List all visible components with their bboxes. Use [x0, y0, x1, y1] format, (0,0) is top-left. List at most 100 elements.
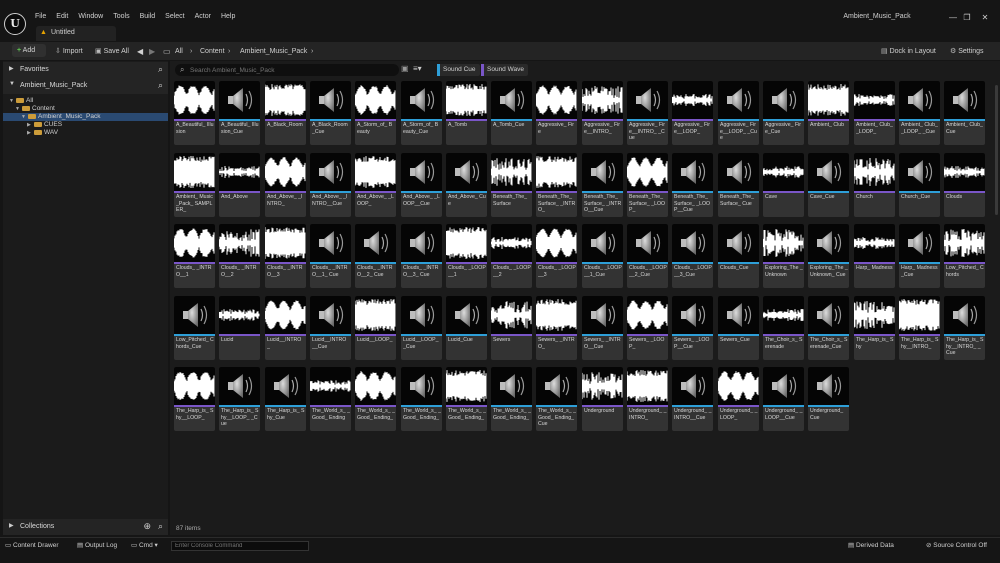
- sound-cue-tile[interactable]: Sewers_ _INTRO__Cue: [582, 296, 623, 360]
- output-log-button[interactable]: ▤ Output Log: [77, 541, 117, 551]
- sound-wave-tile[interactable]: Church: [854, 153, 895, 217]
- sound-wave-tile[interactable]: Clouds: [944, 153, 985, 217]
- sound-wave-tile[interactable]: And_Above: [219, 153, 260, 217]
- menu-tools[interactable]: Tools: [108, 11, 134, 23]
- sound-wave-tile[interactable]: The_Harp_is_ Shy__INTRO_: [899, 296, 940, 360]
- folder-icon[interactable]: ▭: [163, 45, 171, 58]
- sound-cue-tile[interactable]: Underground_ _INTRO__Cue: [672, 367, 713, 431]
- sound-wave-tile[interactable]: Harp_ Madness: [854, 224, 895, 288]
- derived-data-button[interactable]: ▤ Derived Data: [848, 541, 894, 551]
- sound-cue-tile[interactable]: The_Harp_is_ Shy__INTRO_ _Cue: [944, 296, 985, 360]
- sound-wave-tile[interactable]: Aggressive_ Fire: [536, 81, 577, 145]
- menu-file[interactable]: File: [30, 11, 51, 23]
- settings-button[interactable]: ⚙ Settings: [950, 45, 984, 58]
- filter-chip-sound-wave[interactable]: Sound Wave: [481, 64, 528, 76]
- sound-cue-tile[interactable]: Lucid__INTRO __Cue: [310, 296, 351, 360]
- sound-cue-tile[interactable]: And_Above_ _INTRO__Cue: [310, 153, 351, 217]
- menu-build[interactable]: Build: [135, 11, 161, 23]
- breadcrumb-ambient-music-pack[interactable]: Ambient_Music_Pack: [240, 45, 307, 58]
- chevron-down-icon[interactable]: ▼: [21, 113, 28, 121]
- sound-cue-tile[interactable]: A_Beautiful_ Illusion_Cue: [219, 81, 260, 145]
- sound-wave-tile[interactable]: Clouds_ _LOOP__3: [536, 224, 577, 288]
- tree-item-ambient-music-pack[interactable]: ▼ Ambient_Music_Pack: [3, 113, 168, 121]
- sound-wave-tile[interactable]: A_Beautiful_ Illusion: [174, 81, 215, 145]
- sound-wave-tile[interactable]: A_Tomb: [446, 81, 487, 145]
- sound-cue-tile[interactable]: The_World_s_ _Good_ Ending_: [401, 367, 442, 431]
- sound-cue-tile[interactable]: Cave_Cue: [808, 153, 849, 217]
- search-box[interactable]: ⌕: [175, 64, 399, 76]
- sound-wave-tile[interactable]: Cave: [763, 153, 804, 217]
- tree-item-wav[interactable]: ▶ WAV: [3, 129, 168, 137]
- sound-cue-tile[interactable]: Ambient_ Club__LOOP_ _Cue: [899, 81, 940, 145]
- tree-item-all[interactable]: ▼ All: [3, 97, 168, 105]
- sound-cue-tile[interactable]: And_Above_ Cue: [446, 153, 487, 217]
- sound-wave-tile[interactable]: And_Above_ _LOOP_: [355, 153, 396, 217]
- sound-cue-tile[interactable]: The_Choir_s_ Serenade_Cue: [808, 296, 849, 360]
- sound-wave-tile[interactable]: Beneath_The_ Surface_ _INTRO_: [536, 153, 577, 217]
- sound-wave-tile[interactable]: Ambient_ Club__LOOP_: [854, 81, 895, 145]
- sound-wave-tile[interactable]: And_Above_ _INTRO_: [265, 153, 306, 217]
- sound-cue-tile[interactable]: Low_Pitched_ Chords_Cue: [174, 296, 215, 360]
- sound-wave-tile[interactable]: Lucid: [219, 296, 260, 360]
- sound-wave-tile[interactable]: Beneath_The_ Surface_ _LOOP_: [627, 153, 668, 217]
- sound-cue-tile[interactable]: The_Harp_is_ Shy_Cue: [265, 367, 306, 431]
- filter-icon[interactable]: ≡▾: [413, 64, 422, 73]
- sound-wave-tile[interactable]: Sewers_ _INTRO_: [536, 296, 577, 360]
- sound-cue-tile[interactable]: Clouds_ _LOOP__1_Cue: [582, 224, 623, 288]
- sound-cue-tile[interactable]: Aggressive_ Fire__LOOP_ _Cue: [718, 81, 759, 145]
- content-drawer-button[interactable]: ▭ Content Drawer: [5, 541, 59, 551]
- dock-in-layout-button[interactable]: ▤ Dock in Layout: [881, 45, 936, 58]
- source-control-button[interactable]: ⊘ Source Control Off: [926, 541, 987, 551]
- close-button[interactable]: ✕: [977, 12, 993, 24]
- sound-cue-tile[interactable]: Harp_ Madness_Cue: [899, 224, 940, 288]
- sound-cue-tile[interactable]: The_Harp_is_ Shy__LOOP_ _Cue: [219, 367, 260, 431]
- sound-cue-tile[interactable]: Clouds_ _INTRO__1_ Cue: [310, 224, 351, 288]
- sound-cue-tile[interactable]: Underground_ _LOOP__Cue: [763, 367, 804, 431]
- add-collection-icon[interactable]: ⊕: [143, 521, 151, 532]
- sound-wave-tile[interactable]: The_World_s_ _Good_ Ending: [310, 367, 351, 431]
- sound-wave-tile[interactable]: Clouds_ _INTRO__1: [174, 224, 215, 288]
- search-icon[interactable]: ⌕: [158, 80, 163, 91]
- sound-wave-tile[interactable]: Ambient_ Music_Pack_ SAMPLER_: [174, 153, 215, 217]
- sound-wave-tile[interactable]: Clouds_ _INTRO__2: [219, 224, 260, 288]
- sound-wave-tile[interactable]: Aggressive_ Fire__INTRO_: [582, 81, 623, 145]
- sound-cue-tile[interactable]: Church_Cue: [899, 153, 940, 217]
- sound-wave-tile[interactable]: The_Harp_is_ Shy: [854, 296, 895, 360]
- sound-wave-tile[interactable]: Sewers_ _LOOP_: [627, 296, 668, 360]
- sound-wave-tile[interactable]: Underground_ _INTRO_: [627, 367, 668, 431]
- sound-cue-tile[interactable]: A_Tomb_Cue: [491, 81, 532, 145]
- sound-cue-tile[interactable]: Clouds_ _LOOP__2_Cue: [627, 224, 668, 288]
- sound-cue-tile[interactable]: Beneath_The_ Surface_ _LOOP__Cue: [672, 153, 713, 217]
- filter-chip-sound-cue[interactable]: Sound Cue: [437, 64, 480, 76]
- sound-cue-tile[interactable]: Beneath_The_ Surface_ _INTRO__Cue: [582, 153, 623, 217]
- tree-item-cues[interactable]: ▶ CUES: [3, 121, 168, 129]
- level-tab[interactable]: ▲ Untitled: [36, 26, 116, 41]
- sound-cue-tile[interactable]: Clouds_ _INTRO__2_ Cue: [355, 224, 396, 288]
- sound-wave-tile[interactable]: Clouds_ _LOOP__1: [446, 224, 487, 288]
- sound-cue-tile[interactable]: Sewers_ _LOOP__Cue: [672, 296, 713, 360]
- sound-cue-tile[interactable]: Lucid__LOOP_ _Cue: [401, 296, 442, 360]
- breadcrumb-all[interactable]: All: [175, 45, 183, 58]
- search-icon[interactable]: ⌕: [158, 521, 163, 532]
- chevron-down-icon[interactable]: ▼: [15, 105, 22, 113]
- sound-cue-tile[interactable]: The_World_s_ _Good_ Ending_: [491, 367, 532, 431]
- sound-cue-tile[interactable]: Aggressive_ Fire_Cue: [763, 81, 804, 145]
- sound-cue-tile[interactable]: Underground_ Cue: [808, 367, 849, 431]
- sound-wave-tile[interactable]: The_Harp_is_ Shy__LOOP_: [174, 367, 215, 431]
- sound-wave-tile[interactable]: The_World_s_ _Good_ Ending_: [446, 367, 487, 431]
- sound-cue-tile[interactable]: A_Black_Room _Cue: [310, 81, 351, 145]
- console-input[interactable]: [171, 541, 309, 551]
- scrollbar[interactable]: [995, 85, 998, 215]
- sound-cue-tile[interactable]: Exploring_The _Unknown_ Cue: [808, 224, 849, 288]
- collections-header[interactable]: ▶ Collections ⊕ ⌕: [3, 519, 168, 535]
- sound-wave-tile[interactable]: Ambient_ Club: [808, 81, 849, 145]
- menu-actor[interactable]: Actor: [190, 11, 216, 23]
- project-header[interactable]: ▼ Ambient_Music_Pack ⌕: [3, 78, 168, 94]
- sound-wave-tile[interactable]: Sewers: [491, 296, 532, 360]
- save-all-button[interactable]: ▣ Save All: [95, 45, 129, 58]
- add-button[interactable]: + Add: [12, 44, 46, 57]
- maximize-button[interactable]: ❐: [959, 12, 975, 24]
- sound-wave-tile[interactable]: Beneath_The_ Surface: [491, 153, 532, 217]
- search-input[interactable]: [190, 65, 390, 75]
- chevron-down-icon[interactable]: ▼: [9, 97, 16, 105]
